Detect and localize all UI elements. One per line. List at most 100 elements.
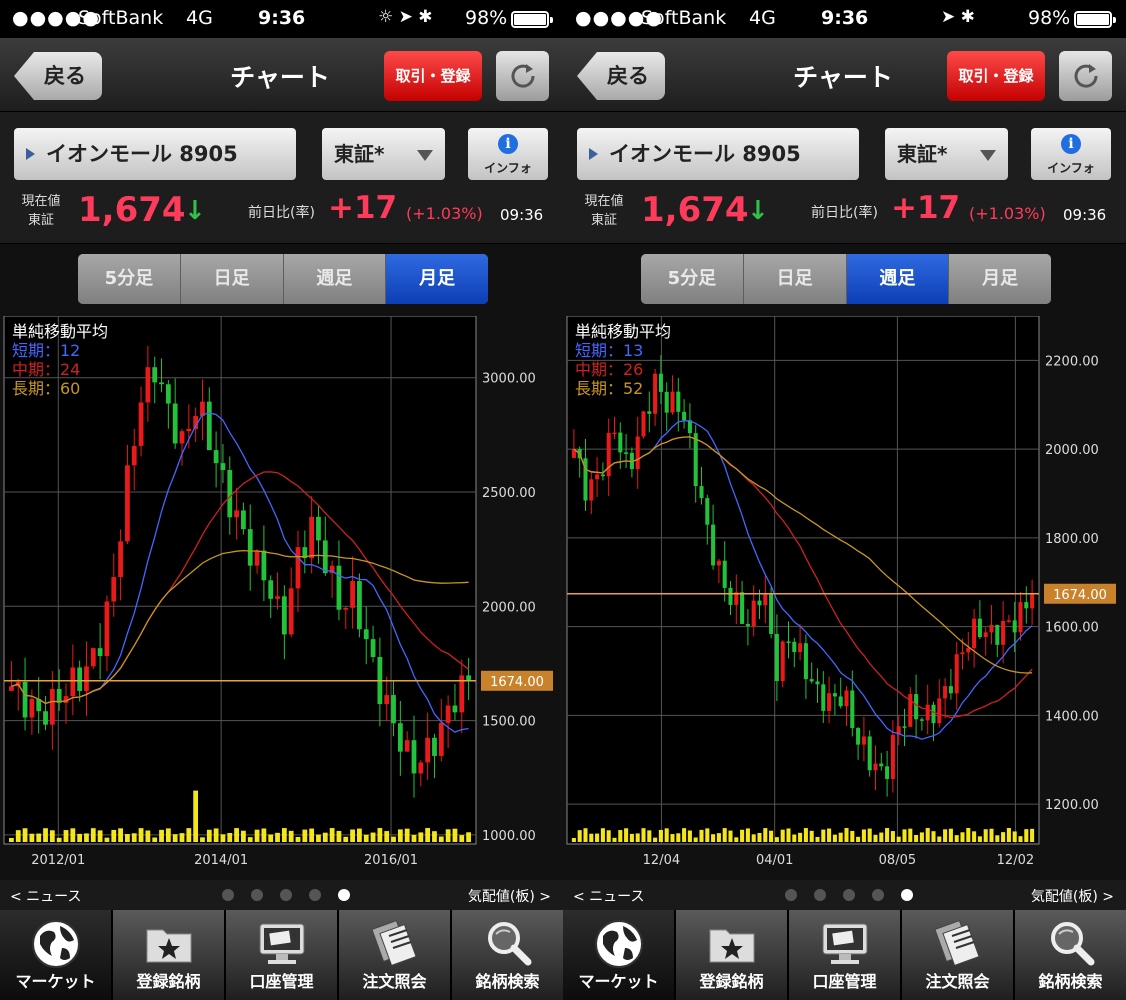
volume-bar <box>432 831 437 842</box>
carrier-name: SoftBank <box>641 7 727 29</box>
refresh-button[interactable] <box>1059 51 1112 101</box>
candle-body <box>213 450 219 464</box>
volume-bar <box>206 829 212 842</box>
page-dot[interactable] <box>309 889 321 901</box>
tabbar-label: 口座管理 <box>249 972 314 991</box>
candle-body <box>960 652 965 655</box>
stock-selector-button[interactable]: イオンモール 8905 <box>14 128 296 180</box>
volume-bar <box>227 832 233 842</box>
candle-body <box>803 643 808 680</box>
candle-body <box>682 411 687 421</box>
candle-body <box>261 550 267 581</box>
page-dot[interactable] <box>251 889 263 901</box>
tab-5min[interactable]: 5分足 <box>78 254 181 304</box>
carrier-name: SoftBank <box>78 7 164 29</box>
page-dot[interactable] <box>843 889 855 901</box>
volume-bar <box>22 828 28 842</box>
market-select[interactable]: 東証* <box>322 128 445 180</box>
tabbar-label: 注文照会 <box>925 972 990 991</box>
back-button[interactable]: 戻る <box>577 52 665 100</box>
legend-short: 短期：12 <box>12 341 81 360</box>
volume-bar <box>152 837 158 842</box>
market-select[interactable]: 東証* <box>885 128 1008 180</box>
volume-bar <box>1012 831 1017 842</box>
candle-body <box>452 705 458 713</box>
tabbar-account[interactable]: 口座管理 <box>226 910 337 1000</box>
tabbar-account[interactable]: 口座管理 <box>789 910 900 1000</box>
candlestick-chart[interactable]: 3000.00 2500.00 2000.00 1500.00 1000.00 2012/… <box>0 316 563 878</box>
volume-bar <box>234 828 239 842</box>
candle-body <box>97 648 103 657</box>
chart-svg: 3000.00 2500.00 2000.00 1500.00 1000.00 2012/… <box>3 316 553 868</box>
trade-register-button[interactable]: 取引・登録 <box>947 51 1045 101</box>
tabbar-search[interactable]: 銘柄検索 <box>452 910 563 1000</box>
volume-bar <box>925 828 930 842</box>
y-tick-label: 3000.00 <box>482 372 536 387</box>
candle-body <box>384 695 390 705</box>
trade-register-button[interactable]: 取引・登録 <box>384 51 482 101</box>
legend-short: 短期：13 <box>575 341 644 360</box>
tabbar-search[interactable]: 銘柄検索 <box>1015 910 1126 1000</box>
tabbar-market[interactable]: マーケット <box>563 910 674 1000</box>
candle-body <box>165 384 171 404</box>
tab-daily[interactable]: 日足 <box>743 254 847 304</box>
tab-monthly[interactable]: 月足 <box>386 254 488 304</box>
volume-bar <box>856 836 861 842</box>
volume-bar <box>873 834 878 842</box>
page-dot[interactable] <box>872 889 884 901</box>
volume-bar <box>350 829 355 842</box>
tab-weekly[interactable]: 週足 <box>846 254 950 304</box>
candle-body <box>879 763 884 767</box>
volume-bar <box>908 828 913 842</box>
tabbar-market[interactable]: マーケット <box>0 910 111 1000</box>
stock-selector-button[interactable]: イオンモール 8905 <box>577 128 859 180</box>
volume-bar <box>1030 828 1035 842</box>
info-button[interactable]: i インフォ <box>468 128 548 180</box>
tab-weekly[interactable]: 週足 <box>283 254 387 304</box>
back-button[interactable]: 戻る <box>14 52 102 100</box>
volume-bar <box>370 832 376 842</box>
volume-bar <box>844 828 849 842</box>
tabbar-orders[interactable]: 注文照会 <box>339 910 450 1000</box>
candle-body <box>22 681 28 718</box>
page-dot[interactable] <box>785 889 797 901</box>
tabbar-watchlist[interactable]: 登録銘柄 <box>676 910 787 1000</box>
news-link[interactable]: < ニュース <box>573 886 644 906</box>
candle-body <box>989 624 994 633</box>
refresh-button[interactable] <box>496 51 549 101</box>
legend-long: 長期：60 <box>12 379 81 398</box>
x-tick-label: 2012/01 <box>31 853 85 868</box>
candle-body <box>850 690 855 729</box>
volume-bar <box>711 834 716 842</box>
tab-daily[interactable]: 日足 <box>180 254 284 304</box>
volume-bar <box>1024 829 1029 842</box>
current-price-label: 1674.00 <box>1053 588 1107 603</box>
page-dot[interactable] <box>280 889 292 901</box>
volume-bar <box>780 829 785 842</box>
tabbar-watchlist[interactable]: 登録銘柄 <box>113 910 224 1000</box>
news-link[interactable]: < ニュース <box>10 886 81 906</box>
info-button[interactable]: i インフォ <box>1031 128 1111 180</box>
legend-mid: 中期：26 <box>575 360 644 379</box>
volume-bar <box>931 831 936 842</box>
tabbar-orders[interactable]: 注文照会 <box>902 910 1013 1000</box>
volume-bar <box>172 834 178 842</box>
tab-monthly[interactable]: 月足 <box>949 254 1051 304</box>
page-dot[interactable] <box>814 889 826 901</box>
price-label: 現在値 東証 <box>579 192 629 230</box>
candle-body <box>241 510 246 530</box>
page-dot-active[interactable] <box>901 889 913 901</box>
candlestick-chart[interactable]: 2200.00 2000.00 1800.00 1600.00 1400.00 1200.… <box>563 316 1126 878</box>
candle-body <box>268 580 274 599</box>
candle-body <box>288 588 294 635</box>
volume-bar <box>769 830 774 842</box>
order-book-link[interactable]: 気配値(板) > <box>468 886 551 906</box>
tab-5min[interactable]: 5分足 <box>641 254 744 304</box>
candle-body <box>281 596 287 635</box>
candle-body <box>363 629 369 640</box>
page-dot[interactable] <box>222 889 234 901</box>
candle-body <box>763 593 768 606</box>
order-book-link[interactable]: 気配値(板) > <box>1031 886 1114 906</box>
volume-bar <box>687 830 692 842</box>
page-dot-active[interactable] <box>338 889 350 901</box>
